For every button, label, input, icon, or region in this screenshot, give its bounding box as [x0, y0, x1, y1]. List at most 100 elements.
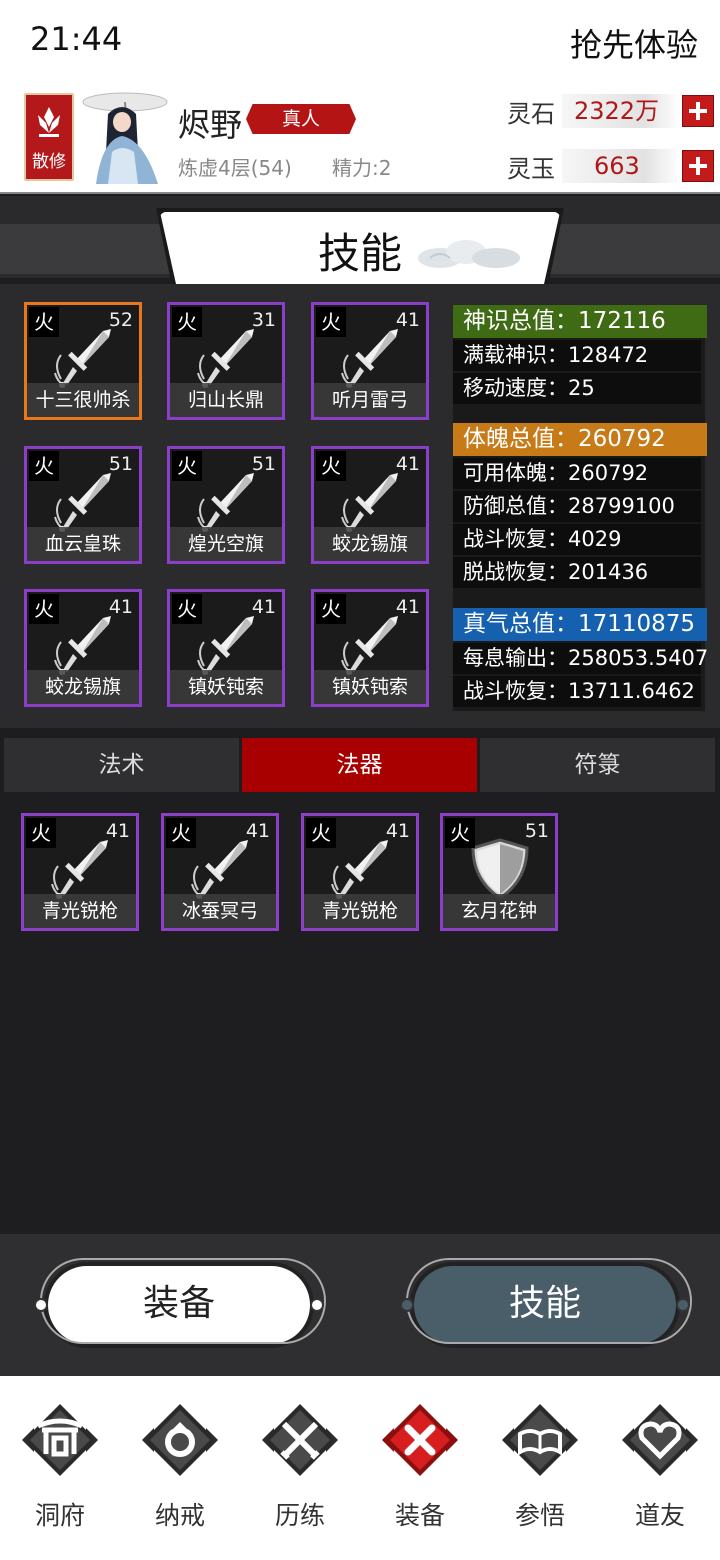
nav-item-gate[interactable]: 洞府 — [0, 1390, 120, 1550]
lotus-icon — [38, 107, 60, 137]
sword-icon — [51, 840, 108, 899]
item-slot[interactable]: 火 41 听月雷弓 — [311, 302, 429, 420]
sect-badge[interactable]: 散修 — [24, 93, 74, 181]
add-spirit-stone-button[interactable] — [682, 95, 714, 127]
sword-icon — [341, 473, 398, 532]
item-slot[interactable]: 火 41 青光锐枪 — [21, 813, 139, 931]
player-header: 散修 烬野 真人 炼虚4层(54) 精力:2 灵石 2322万 灵玉 663 — [0, 82, 720, 194]
heart-icon — [622, 1404, 698, 1476]
sword-icon — [341, 616, 398, 675]
sword-icon — [54, 616, 111, 675]
item-level: 51 — [251, 453, 276, 475]
nav-item-close[interactable]: 装备 — [360, 1390, 480, 1550]
item-level: 51 — [108, 453, 133, 475]
element-badge: 火 — [316, 307, 346, 337]
sword-icon — [54, 329, 111, 388]
button-ring — [40, 1258, 326, 1344]
sect-label: 散修 — [32, 152, 66, 172]
cloud-icon — [418, 240, 520, 268]
item-slot[interactable]: 火 41 镇妖钝索 — [311, 589, 429, 707]
item-slot[interactable]: 火 51 血云皇珠 — [24, 446, 142, 564]
item-slot[interactable]: 火 41 蛟龙锡旗 — [311, 446, 429, 564]
item-name: 十三很帅杀 — [27, 383, 139, 417]
ornament-dot — [34, 1298, 48, 1312]
book-icon — [502, 1404, 578, 1476]
gate-icon — [22, 1404, 98, 1476]
item-slot[interactable]: 火 51 玄月花钟 — [440, 813, 558, 931]
nav-item-crossed-swords[interactable]: 历练 — [240, 1390, 360, 1550]
ornament-dot — [676, 1298, 690, 1312]
sword-icon — [54, 473, 111, 532]
item-slot[interactable]: 火 52 十三很帅杀 — [24, 302, 142, 420]
item-name: 归山长鼎 — [170, 383, 282, 417]
element-badge: 火 — [172, 307, 202, 337]
tab-artifacts[interactable]: 法器 — [242, 738, 477, 792]
sword-icon — [197, 616, 254, 675]
skill-button[interactable]: 技能 — [400, 1258, 692, 1348]
element-badge: 火 — [29, 307, 59, 337]
nav-item-book[interactable]: 参悟 — [480, 1390, 600, 1550]
item-name: 蛟龙锡旗 — [314, 527, 426, 561]
stat-row: 可用体魄：260792 — [453, 458, 701, 489]
element-badge: 火 — [172, 451, 202, 481]
stat-row: 战斗恢复：13711.6462 — [453, 676, 701, 707]
player-name: 烬野 — [178, 106, 243, 144]
status-bar: 21:44 抢先体验 — [0, 0, 720, 82]
realm-level: 炼虚4层(54) — [178, 156, 292, 180]
item-name: 蛟龙锡旗 — [27, 670, 139, 704]
item-level: 41 — [385, 820, 410, 842]
early-access-link[interactable]: 抢先体验 — [570, 20, 698, 66]
nav-item-heart[interactable]: 道友 — [600, 1390, 720, 1550]
item-level: 41 — [245, 820, 270, 842]
shield-icon — [471, 838, 529, 900]
sword-icon — [331, 840, 388, 899]
item-name: 镇妖钝索 — [170, 670, 282, 704]
spirit-jade-label: 灵玉 — [507, 155, 555, 183]
item-slot[interactable]: 火 41 青光锐枪 — [301, 813, 419, 931]
item-level: 31 — [251, 309, 276, 331]
element-badge: 火 — [316, 594, 346, 624]
sword-icon — [191, 840, 248, 899]
add-spirit-jade-button[interactable] — [682, 150, 714, 182]
item-slot[interactable]: 火 31 归山长鼎 — [167, 302, 285, 420]
item-slot[interactable]: 火 41 冰蚕冥弓 — [161, 813, 279, 931]
item-name: 煌光空旗 — [170, 527, 282, 561]
item-level: 52 — [108, 309, 133, 331]
nav-label: 纳戒 — [154, 1501, 205, 1530]
ornament-dot — [400, 1298, 414, 1312]
sword-icon — [341, 329, 398, 388]
element-badge: 火 — [306, 818, 336, 848]
item-name: 青光锐枪 — [304, 894, 416, 928]
equip-button[interactable]: 装备 — [34, 1258, 326, 1348]
spirit-stone-label: 灵石 — [507, 100, 555, 128]
shenshi-total: 神识总值：172116 — [453, 305, 707, 338]
element-badge: 火 — [26, 818, 56, 848]
item-name: 血云皇珠 — [27, 527, 139, 561]
tab-talismans[interactable]: 符箓 — [480, 738, 715, 792]
zhenqi-total: 真气总值：17110875 — [453, 608, 707, 641]
item-name: 青光锐枪 — [24, 894, 136, 928]
element-badge: 火 — [166, 818, 196, 848]
sword-icon — [197, 473, 254, 532]
item-level: 41 — [251, 596, 276, 618]
stat-row: 战斗恢复：4029 — [453, 524, 701, 555]
stats-panel: 神识总值：172116 满载神识：128472 移动速度：25 体魄总值：260… — [451, 303, 708, 713]
title-badge: 真人 — [246, 104, 356, 134]
nav-label: 装备 — [394, 1501, 445, 1530]
stat-row: 防御总值：28799100 — [453, 491, 701, 522]
item-name: 听月雷弓 — [314, 383, 426, 417]
item-slot[interactable]: 火 51 煌光空旗 — [167, 446, 285, 564]
crossed-swords-icon — [262, 1404, 338, 1476]
nav-label: 道友 — [634, 1501, 685, 1530]
nav-item-ring[interactable]: 纳戒 — [120, 1390, 240, 1550]
category-tabs: 法术 法器 符箓 — [4, 738, 716, 792]
tab-spells[interactable]: 法术 — [4, 738, 239, 792]
element-badge: 火 — [29, 451, 59, 481]
nav-label: 历练 — [274, 1501, 325, 1530]
stat-row: 脱战恢复：201436 — [453, 557, 701, 588]
avatar[interactable] — [82, 92, 168, 184]
item-name: 玄月花钟 — [443, 894, 555, 928]
item-slot[interactable]: 火 41 镇妖钝索 — [167, 589, 285, 707]
action-band: 装备 技能 — [0, 1234, 720, 1376]
item-slot[interactable]: 火 41 蛟龙锡旗 — [24, 589, 142, 707]
